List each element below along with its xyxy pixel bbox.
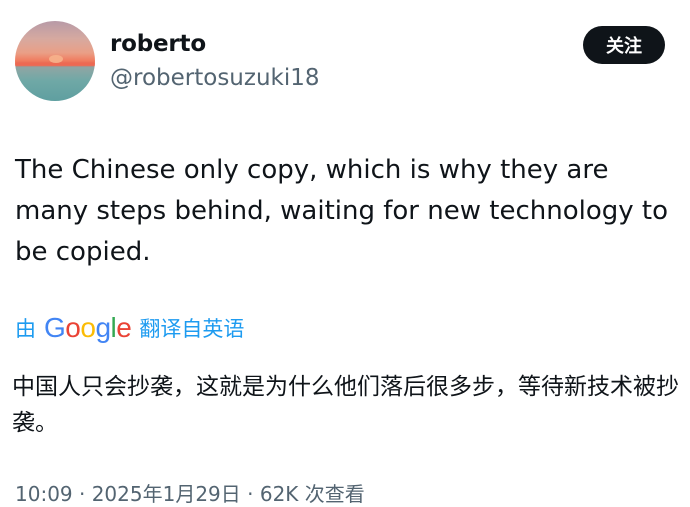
translated-text: 中国人只会抄袭，这就是为什么他们落后很多步，等待新技术被抄袭。: [12, 374, 679, 436]
tweet-timestamp-views[interactable]: 10:09 · 2025年1月29日 · 62K 次查看: [15, 478, 365, 507]
translation-prefix: 由: [15, 317, 36, 341]
user-handle[interactable]: @robertosuzuki18: [110, 65, 320, 91]
follow-button[interactable]: 关注: [583, 26, 665, 64]
translation-attribution[interactable]: 由 Google 翻译自英语: [15, 313, 244, 343]
display-name[interactable]: roberto: [110, 31, 206, 57]
tweet-text: The Chinese only copy, which is why they…: [15, 155, 668, 267]
translation-source-label: 翻译自英语: [139, 317, 245, 341]
avatar-sun: [49, 55, 63, 63]
avatar[interactable]: [15, 21, 95, 101]
avatar-horizon: [15, 63, 95, 66]
google-logo-icon: Google: [44, 312, 132, 343]
